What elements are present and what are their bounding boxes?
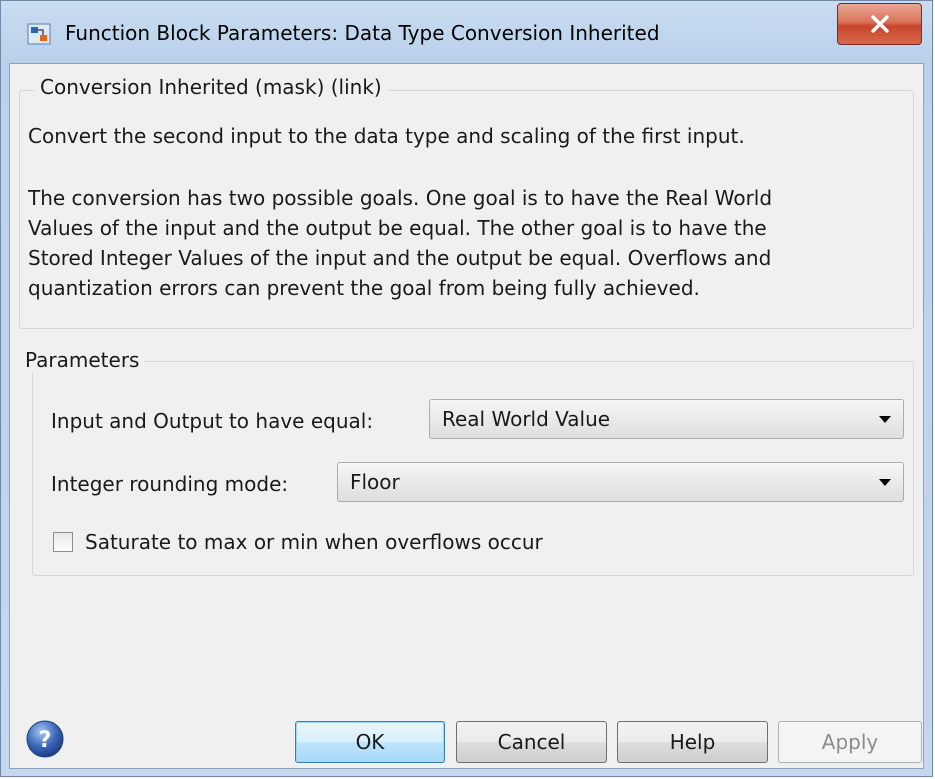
simulink-block-icon — [27, 23, 51, 45]
ok-button[interactable]: OK — [295, 721, 445, 763]
title-bar[interactable]: Function Block Parameters: Data Type Con… — [1, 1, 932, 63]
window-title: Function Block Parameters: Data Type Con… — [65, 21, 660, 45]
chevron-down-icon — [879, 416, 891, 423]
description-line-4: quantization errors can prevent the goal… — [28, 276, 700, 300]
help-button[interactable]: Help — [617, 721, 768, 763]
apply-button: Apply — [778, 721, 922, 763]
description-paragraph-1: Convert the second input to the data typ… — [28, 124, 745, 148]
description-line-1: The conversion has two possible goals. O… — [28, 186, 773, 210]
description-line-3: Stored Integer Values of the input and t… — [28, 246, 772, 270]
svg-text:?: ? — [39, 728, 52, 753]
help-icon[interactable]: ? — [25, 719, 65, 759]
parameters-group: Parameters Input and Output to have equa… — [19, 348, 914, 576]
chevron-down-icon — [879, 479, 891, 486]
saturate-label[interactable]: Saturate to max or min when overflows oc… — [85, 530, 543, 554]
equal-label: Input and Output to have equal: — [51, 409, 374, 433]
dialog-window: Function Block Parameters: Data Type Con… — [0, 0, 933, 777]
equal-select-value: Real World Value — [442, 407, 611, 431]
rounding-select-value: Floor — [350, 470, 400, 494]
close-icon — [870, 15, 889, 33]
dialog-body: Conversion Inherited (mask) (link) Conve… — [9, 63, 924, 769]
saturate-checkbox[interactable] — [53, 532, 73, 552]
rounding-label: Integer rounding mode: — [51, 472, 289, 496]
parameters-legend: Parameters — [19, 348, 146, 372]
description-line-2: Values of the input and the output be eq… — [28, 216, 767, 240]
rounding-select[interactable]: Floor — [337, 462, 904, 502]
description-legend: Conversion Inherited (mask) (link) — [34, 75, 388, 99]
description-group: Conversion Inherited (mask) (link) Conve… — [19, 75, 914, 329]
close-button[interactable] — [837, 3, 922, 45]
equal-select[interactable]: Real World Value — [429, 399, 904, 439]
cancel-button[interactable]: Cancel — [456, 721, 607, 763]
